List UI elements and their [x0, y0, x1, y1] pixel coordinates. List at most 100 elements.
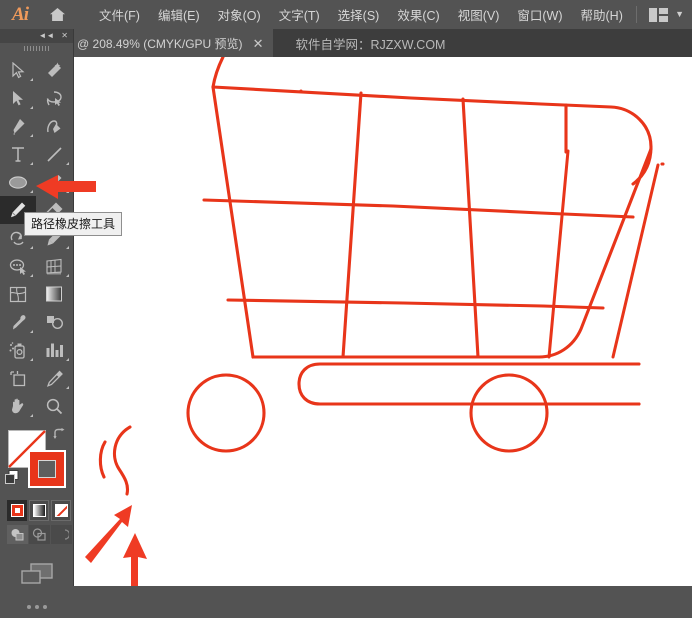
- symbol-sprayer-tool[interactable]: [0, 336, 36, 364]
- menu-file[interactable]: 文件(F): [90, 1, 149, 28]
- flyout-indicator: [30, 414, 33, 417]
- type-tool[interactable]: [0, 140, 36, 168]
- column-graph-tool[interactable]: [36, 336, 72, 364]
- screen-mode-button[interactable]: [0, 554, 73, 596]
- draw-mode-buttons: [0, 525, 73, 544]
- flyout-indicator: [30, 106, 33, 109]
- swap-fill-stroke-icon[interactable]: [53, 428, 67, 446]
- color-controls: [0, 426, 73, 498]
- flyout-indicator: [30, 134, 33, 137]
- cart-artwork: [73, 57, 692, 586]
- none-mode-button[interactable]: [51, 500, 71, 521]
- wheel-left-arc-small: [100, 442, 105, 477]
- gradient-mode-button[interactable]: [29, 500, 49, 521]
- wheel-left-arc-large: [114, 427, 130, 494]
- mesh-tool[interactable]: [0, 280, 36, 308]
- cart-left-side: [213, 87, 253, 357]
- tools-panel-grip[interactable]: [0, 43, 73, 54]
- menu-view[interactable]: 视图(V): [449, 1, 509, 28]
- menu-help[interactable]: 帮助(H): [572, 1, 632, 28]
- gradient-mode-icon: [33, 504, 46, 517]
- dot: [43, 605, 47, 609]
- menu-edit[interactable]: 编辑(E): [149, 1, 209, 28]
- close-icon[interactable]: ✕: [61, 32, 68, 40]
- artboard-tool[interactable]: [0, 364, 36, 392]
- pen-tool[interactable]: [0, 112, 36, 140]
- flyout-indicator: [30, 162, 33, 165]
- blend-tool[interactable]: [36, 308, 72, 336]
- tools-panel: ◄◄ ✕: [0, 29, 74, 586]
- hand-tool[interactable]: [0, 392, 36, 420]
- flyout-indicator: [66, 162, 69, 165]
- flyout-indicator: [30, 274, 33, 277]
- edit-toolbar-button[interactable]: [0, 596, 73, 618]
- arrow-wheel-pointer-2: [123, 533, 147, 586]
- wheel-right-circle: [471, 375, 547, 451]
- stroke-swatch-inner: [38, 460, 56, 478]
- stroke-swatch[interactable]: [28, 450, 66, 488]
- draw-inside-button[interactable]: [51, 525, 72, 544]
- dot: [35, 605, 39, 609]
- gradient-tool[interactable]: [36, 280, 72, 308]
- flyout-indicator: [66, 246, 69, 249]
- menu-type[interactable]: 文字(T): [270, 1, 329, 28]
- menu-item-list: 文件(F) 编辑(E) 对象(O) 文字(T) 选择(S) 效果(C) 视图(V…: [90, 1, 632, 28]
- curvature-tool[interactable]: [36, 112, 72, 140]
- workspace-switcher-icon[interactable]: [649, 8, 668, 22]
- menu-effect[interactable]: 效果(C): [388, 1, 448, 28]
- flyout-indicator: [30, 190, 33, 193]
- magic-wand-tool[interactable]: [36, 56, 72, 84]
- cart-grid-v4: [613, 165, 658, 357]
- none-mode-icon: [55, 504, 68, 517]
- cart-grid-h1: [204, 200, 633, 217]
- menu-bar: Ai 文件(F) 编辑(E) 对象(O) 文字(T) 选择(S) 效果(C) 视…: [0, 0, 692, 29]
- lasso-tool[interactable]: [36, 84, 72, 112]
- eyedropper-tool[interactable]: [0, 308, 36, 336]
- flyout-indicator: [30, 330, 33, 333]
- document-tab[interactable]: @ 208.49% (CMYK/GPU 预览) ✕: [73, 29, 273, 57]
- selection-tool[interactable]: [0, 56, 36, 84]
- tool-tooltip: 路径橡皮擦工具: [24, 212, 122, 236]
- dot: [27, 605, 31, 609]
- slice-tool[interactable]: [36, 364, 72, 392]
- flyout-indicator: [66, 358, 69, 361]
- menu-object[interactable]: 对象(O): [209, 1, 270, 28]
- wheel-middle-circle: [188, 375, 264, 451]
- artboard-canvas[interactable]: [73, 57, 692, 586]
- home-icon[interactable]: [40, 0, 74, 29]
- color-mode-icon: [11, 504, 24, 517]
- watermark-text: 软件自学网：RJZXW.COM: [273, 29, 445, 57]
- line-segment-tool[interactable]: [36, 140, 72, 168]
- menu-bar-right: ▼: [636, 0, 684, 29]
- tool-grid: [0, 54, 73, 420]
- flyout-indicator: [66, 386, 69, 389]
- shape-builder-tool[interactable]: [0, 252, 36, 280]
- cart-grid-v1: [343, 93, 361, 357]
- menu-divider: [636, 6, 637, 23]
- menu-select[interactable]: 选择(S): [329, 1, 389, 28]
- illustrator-window: Ai 文件(F) 编辑(E) 对象(O) 文字(T) 选择(S) 效果(C) 视…: [0, 0, 692, 586]
- annotation-arrows: [85, 505, 147, 586]
- flyout-indicator: [30, 78, 33, 81]
- chevron-down-icon[interactable]: ▼: [675, 10, 684, 19]
- flyout-indicator: [30, 246, 33, 249]
- menu-window[interactable]: 窗口(W): [508, 1, 571, 28]
- draw-behind-button[interactable]: [29, 525, 50, 544]
- cart-grid-v2: [463, 99, 478, 357]
- perspective-grid-tool[interactable]: [36, 252, 72, 280]
- ellipse-tool[interactable]: [0, 168, 36, 196]
- collapse-icon[interactable]: ◄◄: [38, 32, 54, 40]
- zoom-tool[interactable]: [36, 392, 72, 420]
- tools-panel-header: ◄◄ ✕: [0, 29, 73, 43]
- cart-handle-curve: [213, 57, 223, 87]
- cart-grid-v3: [549, 151, 568, 357]
- draw-normal-button[interactable]: [7, 525, 28, 544]
- direct-selection-tool[interactable]: [0, 84, 36, 112]
- cart-base-bar: [299, 364, 639, 404]
- flyout-indicator: [66, 274, 69, 277]
- close-icon[interactable]: ✕: [249, 37, 268, 50]
- color-mode-button[interactable]: [7, 500, 27, 521]
- cart-right-side: [493, 149, 651, 357]
- app-logo: Ai: [0, 0, 40, 29]
- default-fill-stroke-icon[interactable]: [5, 470, 20, 490]
